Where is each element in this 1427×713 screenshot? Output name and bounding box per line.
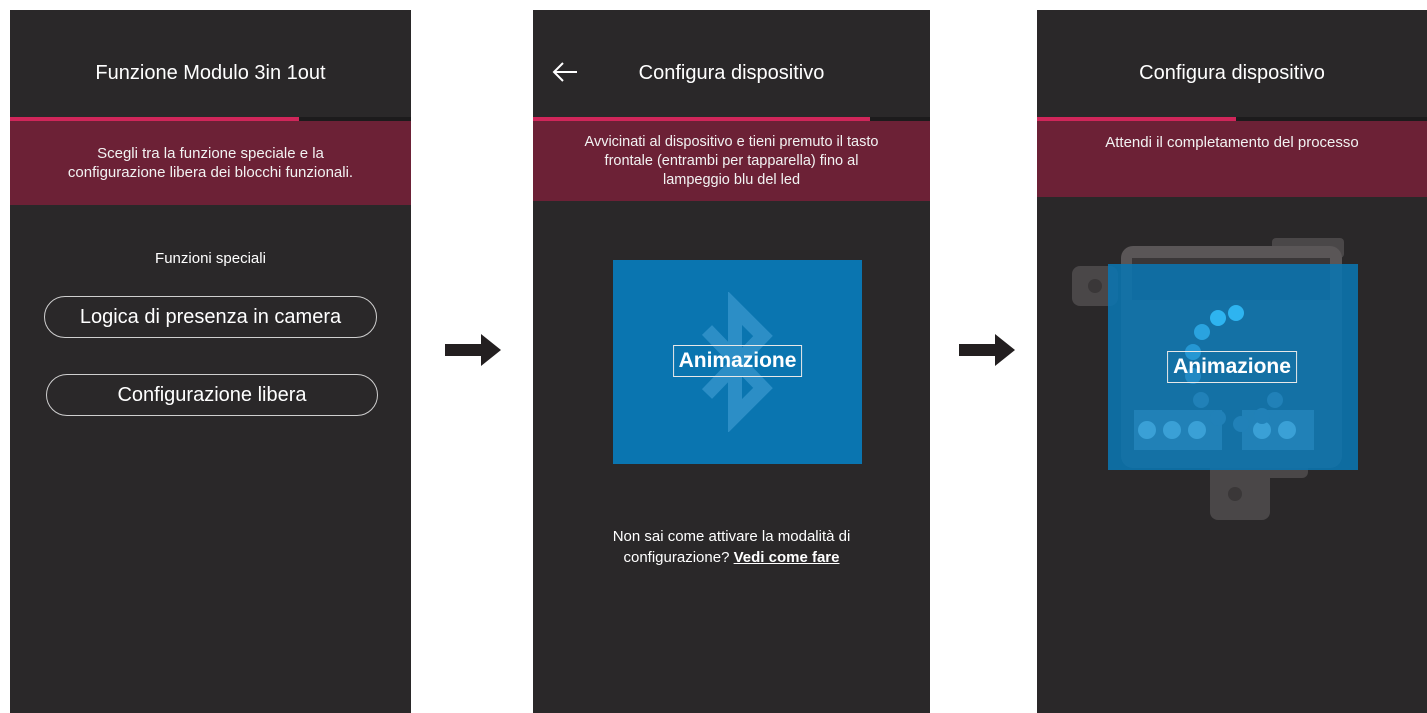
- screen-funzione-modulo: Funzione Modulo 3in 1out Scegli tra la f…: [10, 10, 411, 713]
- option-configurazione-libera-button[interactable]: Configurazione libera: [46, 374, 378, 416]
- screen-title: Configura dispositivo: [1139, 62, 1325, 84]
- instruction-banner: Attendi il completamento del processo: [1037, 121, 1427, 197]
- help-text: Non sai come attivare la modalità di con…: [533, 526, 930, 568]
- help-line-text: configurazione?: [623, 549, 730, 566]
- vedi-come-fare-link[interactable]: Vedi come fare: [734, 549, 840, 566]
- section-label: Funzioni speciali: [155, 250, 266, 267]
- help-line: Non sai come attivare la modalità di: [612, 528, 851, 545]
- banner-line: lampeggio blu del led: [662, 171, 801, 188]
- screen-title: Funzione Modulo 3in 1out: [95, 62, 326, 84]
- help-line: configurazione? Vedi come fare: [533, 547, 930, 568]
- screen-configura-dispositivo-bluetooth: Configura dispositivo Avvicinati al disp…: [533, 10, 930, 713]
- screen-title: Configura dispositivo: [638, 62, 825, 84]
- banner-line: Attendi il completamento del processo: [1105, 134, 1359, 151]
- banner-line: Scegli tra la funzione speciale e la: [97, 145, 324, 162]
- next-arrow-icon: [959, 334, 1015, 366]
- option-logica-presenza-button[interactable]: Logica di presenza in camera: [44, 296, 377, 338]
- next-arrow-icon: [445, 334, 501, 366]
- banner-line: Avvicinati al dispositivo e tieni premut…: [584, 133, 879, 150]
- animation-placeholder-label: Animazione: [672, 345, 803, 377]
- instruction-banner: Avvicinati al dispositivo e tieni premut…: [533, 121, 930, 201]
- banner-line: configurazione libera dei blocchi funzio…: [67, 164, 354, 181]
- screen-configura-dispositivo-attesa: Configura dispositivo Attendi il complet…: [1037, 10, 1427, 713]
- instruction-banner: Scegli tra la funzione speciale e la con…: [10, 121, 411, 205]
- animation-panel: Animazione: [613, 260, 862, 464]
- banner-line: frontale (entrambi per tapparella) fino …: [604, 152, 859, 169]
- animation-placeholder-label: Animazione: [1167, 351, 1297, 383]
